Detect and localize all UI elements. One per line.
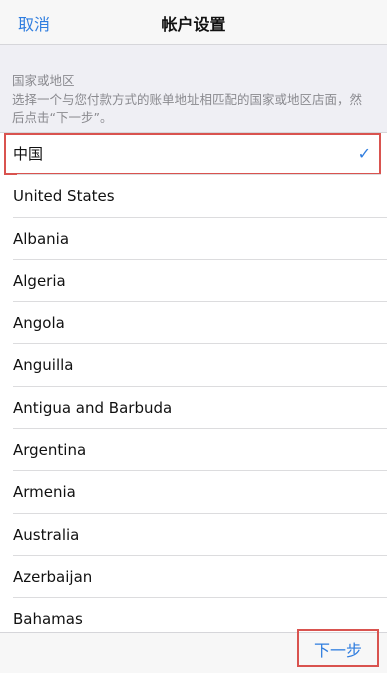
country-row[interactable]: Albania [0, 218, 387, 261]
country-list: 中国 ✓ United States Albania Algeria Angola Angu… [0, 132, 387, 641]
section-header: 国家或地区 选择一个与您付款方式的账单地址相匹配的国家或地区店面，然后点击“下一… [12, 72, 372, 127]
country-label: Australia [13, 525, 80, 544]
country-row[interactable]: Azerbaijan [0, 556, 387, 599]
bottom-toolbar: 下一步 [0, 629, 387, 673]
country-label: Bahamas [13, 610, 83, 629]
country-label: 中国 [13, 145, 44, 163]
section-title: 国家或地区 [12, 73, 75, 88]
country-row[interactable]: Angola [0, 302, 387, 345]
country-row[interactable]: Algeria [0, 260, 387, 303]
next-button[interactable]: 下一步 [297, 629, 379, 667]
country-row[interactable]: Australia [0, 514, 387, 557]
country-row[interactable]: United States [0, 175, 387, 218]
country-label: Anguilla [13, 356, 74, 375]
checkmark-icon: ✓ [357, 144, 371, 163]
page-title: 帐户设置 [161, 15, 226, 34]
country-row[interactable]: Anguilla [0, 344, 387, 388]
country-label: Armenia [13, 483, 76, 502]
country-label: Argentina [13, 441, 87, 460]
section-description: 选择一个与您付款方式的账单地址相匹配的国家或地区店面，然后点击“下一步”。 [12, 92, 363, 125]
country-label: Albania [13, 229, 70, 248]
navigation-bar: 取消 帐户设置 [0, 0, 387, 45]
country-label: Angola [13, 314, 65, 333]
country-label: Algeria [13, 271, 66, 290]
country-row[interactable]: Antigua and Barbuda [0, 387, 387, 430]
country-label: Antigua and Barbuda [13, 398, 173, 417]
country-label: Azerbaijan [13, 567, 93, 586]
country-row[interactable]: Argentina [0, 429, 387, 472]
country-row[interactable]: Armenia [0, 471, 387, 514]
country-label: United States [13, 187, 115, 206]
country-row[interactable]: 中国 ✓ [4, 133, 381, 176]
